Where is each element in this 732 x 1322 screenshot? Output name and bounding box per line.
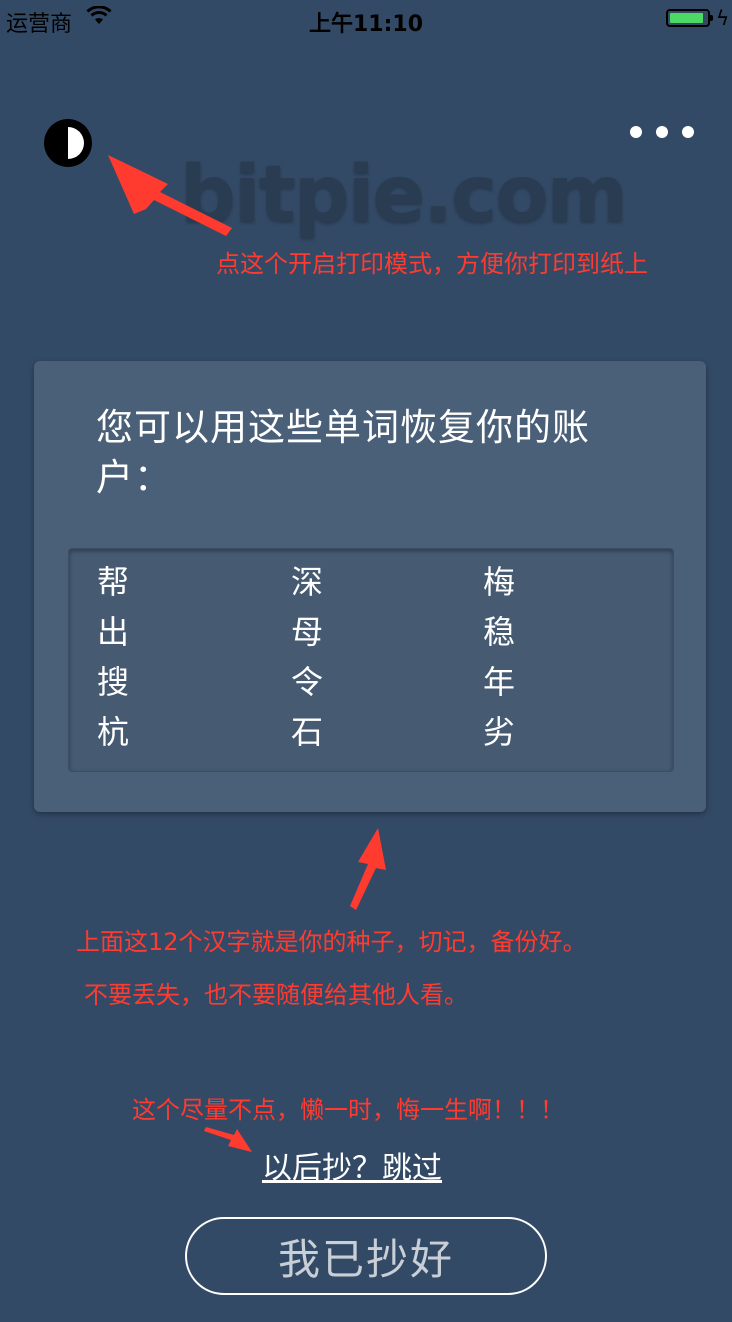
mnemonic-card: 您可以用这些单词恢复你的账户： 帮 深 梅 出 母 稳 搜 令 年 杭 石 劣	[34, 361, 706, 812]
skip-link[interactable]: 以后抄？跳过	[262, 1143, 442, 1187]
mnemonic-word: 杭	[97, 713, 130, 751]
mnemonic-word: 梅	[483, 563, 516, 601]
done-button[interactable]: 我已抄好	[185, 1217, 547, 1295]
mnemonic-word: 年	[483, 663, 516, 701]
mnemonic-word: 稳	[483, 613, 516, 651]
arrow-to-word-card	[350, 828, 386, 910]
mnemonic-word: 母	[291, 613, 324, 651]
mnemonic-word-grid: 帮 深 梅 出 母 稳 搜 令 年 杭 石 劣	[68, 548, 674, 772]
mnemonic-word: 出	[97, 613, 130, 651]
seed-annotation-line1: 上面这12个汉字就是你的种子，切记，备份好。	[76, 928, 587, 956]
mnemonic-word: 深	[291, 563, 324, 601]
arrow-to-skip-link	[204, 1127, 252, 1152]
mnemonic-word: 帮	[97, 563, 130, 601]
card-title: 您可以用这些单词恢复你的账户：	[96, 406, 590, 499]
mnemonic-word: 劣	[483, 713, 516, 751]
seed-annotation-line2: 不要丢失，也不要随便给其他人看。	[84, 981, 468, 1009]
mnemonic-word: 搜	[97, 663, 130, 701]
skip-warning-annotation: 这个尽量不点，懒一时，悔一生啊！！！	[132, 1096, 564, 1124]
mnemonic-word: 令	[291, 663, 324, 701]
mnemonic-word: 石	[291, 713, 324, 751]
print-mode-annotation: 点这个开启打印模式，方便你打印到纸上	[216, 250, 648, 278]
arrow-to-print-button	[108, 155, 232, 236]
